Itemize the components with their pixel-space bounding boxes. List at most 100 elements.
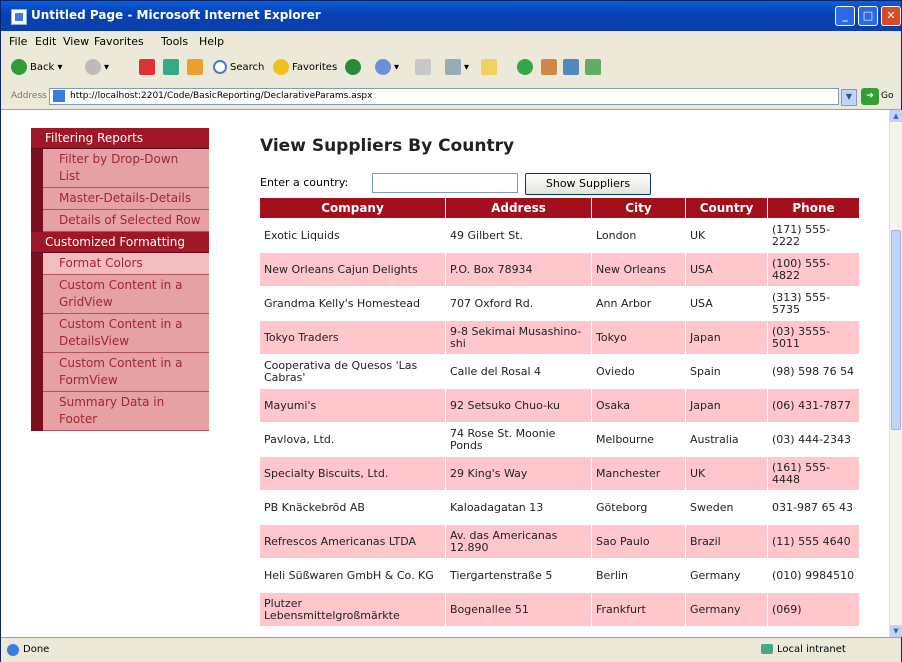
cell-address: 92 Setsuko Chuo-ku <box>445 388 592 423</box>
cell-country: Brazil <box>685 524 768 559</box>
menu-help[interactable]: Help <box>199 35 224 48</box>
cell-address: P.O. Box 78934 <box>445 252 592 287</box>
print-icon <box>445 59 461 75</box>
scroll-thumb[interactable] <box>891 230 901 430</box>
intranet-icon <box>761 644 773 654</box>
cell-city: Berlin <box>591 558 686 593</box>
media-button[interactable] <box>345 58 364 78</box>
go-arrow-icon[interactable]: ➜ <box>861 88 879 105</box>
vertical-scrollbar[interactable]: ▲ ▼ <box>889 110 902 637</box>
cell-address: 74 Rose St. Moonie Ponds <box>445 422 592 457</box>
address-dropdown-icon[interactable]: ▼ <box>841 89 857 106</box>
address-label: Address <box>11 91 47 101</box>
go-button[interactable]: Go <box>881 91 893 101</box>
menu-header-filtering-reports[interactable]: Filtering Reports <box>31 128 209 149</box>
star-icon <box>273 59 289 75</box>
favorites-button[interactable]: Favorites <box>273 58 337 78</box>
menu-header-customized-formatting[interactable]: Customized Formatting <box>31 232 209 253</box>
messenger-icon <box>517 59 533 75</box>
show-suppliers-button[interactable]: Show Suppliers <box>525 173 651 195</box>
messenger-button[interactable] <box>517 58 536 78</box>
toolbar: Back ▾ ▾ Search Favorites ▾ ▾ <box>1 51 901 86</box>
forward-button[interactable]: ▾ <box>85 58 109 78</box>
cell-address: Av. das Americanas 12.890 <box>445 524 592 559</box>
discuss-button[interactable] <box>563 58 582 78</box>
menu-item-summary-data-footer[interactable]: Summary Data in Footer <box>43 392 209 431</box>
cell-city: London <box>591 218 686 253</box>
cell-address: 49 Gilbert St. <box>445 218 592 253</box>
cell-company: PB Knäckebröd AB <box>259 490 446 525</box>
menu-item-filter-by-drop-down[interactable]: Filter by Drop-Down List <box>43 149 209 188</box>
print-button[interactable]: ▾ <box>445 58 469 78</box>
title-bar: Untitled Page - Microsoft Internet Explo… <box>1 1 901 31</box>
table-row: Tokyo Traders 9-8 Sekimai Musashino-shi To… <box>259 320 860 355</box>
cell-address: Bogenallee 51 <box>445 592 592 627</box>
cell-city: Melbourne <box>591 422 686 457</box>
cell-city: Ann Arbor <box>591 286 686 321</box>
home-button[interactable] <box>187 58 206 78</box>
menu-item-custom-content-detailsview[interactable]: Custom Content in a DetailsView <box>43 314 209 353</box>
edit-button[interactable] <box>585 58 604 78</box>
forward-arrow-icon <box>85 59 101 75</box>
menu-item-custom-content-gridview[interactable]: Custom Content in a GridView <box>43 275 209 314</box>
menu-edit[interactable]: Edit <box>35 35 56 48</box>
history-button[interactable]: ▾ <box>375 58 399 78</box>
mail-icon <box>415 59 431 75</box>
address-input[interactable]: http://localhost:2201/Code/BasicReportin… <box>49 88 839 105</box>
table-row: Mayumi's 92 Setsuko Chuo-ku Osaka Japan (06)… <box>259 388 860 423</box>
scroll-down-icon[interactable]: ▼ <box>890 625 902 637</box>
cell-city: Göteborg <box>591 490 686 525</box>
country-input[interactable] <box>372 173 518 193</box>
zone-label: Local intranet <box>777 644 846 655</box>
browser-window: Untitled Page - Microsoft Internet Explo… <box>0 0 902 662</box>
menu-bar: File Edit View Favorites Tools Help <box>1 31 901 81</box>
menu-item-details-of-selected-row[interactable]: Details of Selected Row <box>43 210 209 232</box>
cell-phone: (98) 598 76 54 <box>767 354 860 389</box>
refresh-button[interactable] <box>163 58 182 78</box>
table-row: Cooperativa de Quesos 'Las Cabras' Calle … <box>259 354 860 389</box>
col-header-company: Company <box>259 197 446 219</box>
menu-view[interactable]: View <box>63 35 89 48</box>
status-ie-icon <box>7 644 19 656</box>
search-label: Search <box>230 62 265 73</box>
menu-item-master-details-details[interactable]: Master-Details-Details <box>43 188 209 210</box>
cell-company: Tokyo Traders <box>259 320 446 355</box>
col-header-city: City <box>591 197 686 219</box>
menu-tools[interactable]: Tools <box>161 35 188 48</box>
scroll-up-icon[interactable]: ▲ <box>890 110 902 122</box>
cell-country: Germany <box>685 558 768 593</box>
research-icon <box>541 59 557 75</box>
mail-button[interactable] <box>415 58 434 78</box>
cell-phone: (171) 555-2222 <box>767 218 860 253</box>
minimize-button[interactable]: _ <box>835 6 855 26</box>
cell-phone: (03) 3555-5011 <box>767 320 860 355</box>
cell-company: New Orleans Cajun Delights <box>259 252 446 287</box>
menu-favorites[interactable]: Favorites <box>94 35 144 48</box>
table-row: PB Knäckebröd AB Kaloadagatan 13 Göteborg S… <box>259 490 860 525</box>
menu-item-format-colors[interactable]: Format Colors <box>43 253 209 275</box>
menu-file[interactable]: File <box>9 35 27 48</box>
table-row: Refrescos Americanas LTDA Av. das America… <box>259 524 860 559</box>
table-row: Plutzer Lebensmittelgroßmärkte Bogenallee… <box>259 592 860 627</box>
cell-country: Spain <box>685 354 768 389</box>
research-button[interactable] <box>541 58 560 78</box>
cell-company: Exotic Liquids <box>259 218 446 253</box>
close-button[interactable]: ✕ <box>881 6 901 26</box>
back-button[interactable]: Back ▾ <box>11 58 62 78</box>
stop-button[interactable] <box>139 58 158 78</box>
table-row: Exotic Liquids 49 Gilbert St. London UK (171… <box>259 218 860 253</box>
address-bar: Address http://localhost:2201/Code/Basic… <box>1 85 901 110</box>
cell-address: 9-8 Sekimai Musashino-shi <box>445 320 592 355</box>
back-arrow-icon <box>11 59 27 75</box>
search-button[interactable]: Search <box>213 58 264 78</box>
table-row: Specialty Biscuits, Ltd. 29 King's Way Man… <box>259 456 860 491</box>
cell-phone: (03) 444-2343 <box>767 422 860 457</box>
folder-button[interactable] <box>481 58 500 78</box>
menu-item-custom-content-formview[interactable]: Custom Content in a FormView <box>43 353 209 392</box>
cell-country: USA <box>685 286 768 321</box>
cell-company: Mayumi's <box>259 388 446 423</box>
side-menu: Filtering Reports Filter by Drop-Down Li… <box>31 128 209 431</box>
cell-city: Osaka <box>591 388 686 423</box>
maximize-button[interactable]: □ <box>858 6 878 26</box>
cell-address: Tiergartenstraße 5 <box>445 558 592 593</box>
